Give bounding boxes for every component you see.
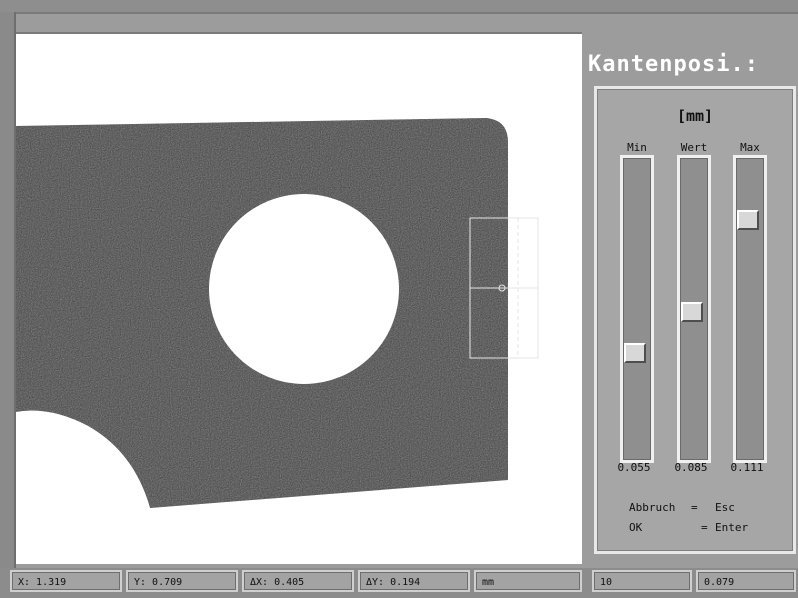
camera-image-view[interactable] [16, 32, 582, 564]
unit-label: [mm] [676, 107, 714, 125]
ok-hint-label: OK [629, 521, 643, 534]
max-slider-track[interactable] [733, 155, 767, 463]
panel-title: Kantenposi.: [588, 52, 759, 77]
max-slider-thumb[interactable] [737, 210, 759, 231]
cancel-hint-eq: = [691, 501, 698, 514]
status-bar: X: 1.319 Y: 0.709 ΔX: 0.405 ΔY: 0.194 mm… [0, 568, 798, 598]
cancel-hint-label: Abbruch [629, 501, 676, 514]
value-slider-track[interactable] [677, 155, 711, 463]
min-slider-track[interactable] [620, 155, 654, 463]
bore-hole [209, 194, 399, 384]
max-value: 0.111 [730, 461, 764, 474]
status-count: 10 [592, 570, 692, 592]
max-column-label: Max [740, 141, 760, 154]
left-frame-edge [0, 12, 16, 568]
cancel-hint-key[interactable]: Esc [715, 501, 735, 514]
status-dx: ΔX: 0.405 [242, 570, 354, 592]
ok-hint-key[interactable]: Enter [715, 521, 748, 534]
app-window: Kantenposi.: [mm] Min Wert Max 0.055 0.0… [0, 0, 798, 598]
value-column-label: Wert [680, 141, 708, 154]
min-slider-thumb[interactable] [624, 343, 646, 364]
min-value: 0.055 [617, 461, 651, 474]
ok-hint-eq: = [701, 521, 708, 534]
status-value: 0.079 [696, 570, 796, 592]
current-value: 0.085 [674, 461, 708, 474]
status-y: Y: 0.709 [126, 570, 238, 592]
workpiece-image [16, 118, 539, 564]
status-dy: ΔY: 0.194 [358, 570, 470, 592]
min-column-label: Min [627, 141, 647, 154]
status-x: X: 1.319 [10, 570, 122, 592]
status-unit: mm [474, 570, 582, 592]
title-bar [0, 0, 798, 14]
edge-position-panel: [mm] Min Wert Max 0.055 0.085 0.111 Abbr… [594, 86, 796, 554]
value-slider-thumb[interactable] [681, 301, 703, 322]
